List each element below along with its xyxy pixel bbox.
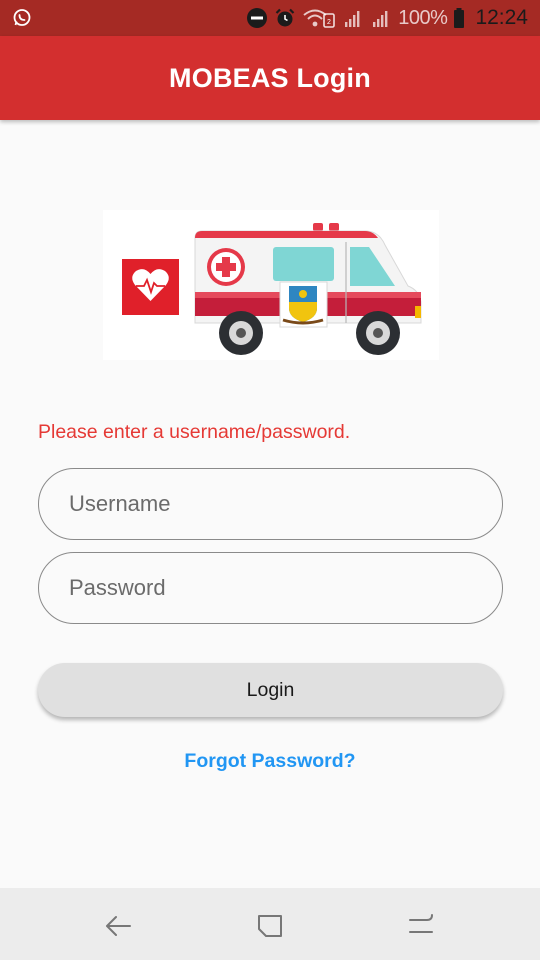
recent-apps-icon[interactable] (256, 912, 284, 940)
ambulance-logo (103, 210, 439, 360)
status-bar: 2 100% 12:24 (0, 0, 540, 36)
battery-icon (454, 8, 465, 28)
username-field[interactable] (38, 468, 503, 540)
signal-icon (345, 11, 360, 27)
error-message: Please enter a username/password. (38, 421, 351, 443)
page-title: MOBEAS Login (169, 62, 371, 93)
alarm-icon (276, 8, 295, 27)
wifi-icon: 2 (303, 9, 336, 28)
status-icons: 2 100% 12:24 (246, 0, 528, 36)
whatsapp-icon (13, 9, 31, 26)
battery-percent: 100% (398, 6, 448, 29)
back-icon[interactable] (104, 912, 132, 940)
username-input[interactable] (69, 491, 502, 517)
signal-icon (373, 11, 388, 27)
do-not-disturb-icon (247, 8, 268, 28)
svg-text:2: 2 (327, 19, 331, 26)
password-input[interactable] (69, 575, 502, 601)
navigation-bar (0, 888, 540, 960)
login-button[interactable]: Login (38, 663, 503, 717)
clock: 12:24 (475, 6, 528, 29)
forgot-password-link[interactable]: Forgot Password? (0, 750, 540, 773)
password-field[interactable] (38, 552, 503, 624)
app-bar: MOBEAS Login (0, 36, 540, 120)
home-icon[interactable] (407, 912, 435, 940)
